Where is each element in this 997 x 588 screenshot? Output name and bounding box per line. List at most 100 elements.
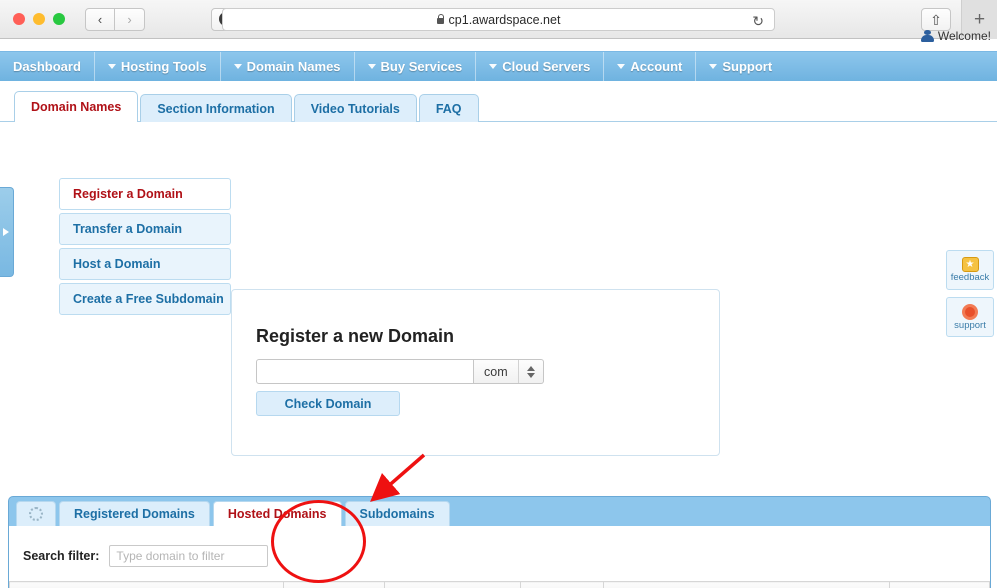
nav-label: Support: [722, 59, 772, 74]
chevron-up-icon: [527, 366, 535, 371]
star-icon: ★: [962, 257, 979, 272]
account-strip: Welcome!: [0, 39, 997, 51]
tab-label: Video Tutorials: [311, 102, 400, 116]
chevron-down-icon: [108, 64, 116, 69]
tab-video-tutorials[interactable]: Video Tutorials: [294, 94, 417, 122]
domains-table: Domain Status Expiration: [9, 581, 990, 588]
tld-selected-value: com: [474, 360, 519, 383]
tab-label: Hosted Domains: [228, 507, 327, 521]
lock-icon: [437, 18, 444, 24]
tld-select[interactable]: com: [474, 359, 544, 384]
chevron-down-icon: [527, 373, 535, 378]
minimize-window-button[interactable]: [33, 13, 45, 25]
chevron-right-icon: ›: [127, 12, 131, 27]
domain-search-row: com: [256, 359, 719, 384]
chevron-left-icon: ‹: [98, 12, 102, 27]
tld-stepper[interactable]: [519, 360, 543, 383]
sidebar-item-transfer-a-domain[interactable]: Transfer a Domain: [59, 213, 231, 245]
navigation-buttons: ‹ ›: [85, 8, 145, 31]
nav-label: Cloud Servers: [502, 59, 590, 74]
nav-label: Buy Services: [381, 59, 463, 74]
address-bar[interactable]: cp1.awardspace.net ↻: [222, 8, 775, 31]
column-header-status[interactable]: Status: [284, 582, 385, 588]
user-icon: [921, 30, 934, 42]
life-ring-icon: [962, 304, 978, 320]
url-text: cp1.awardspace.net: [449, 13, 561, 27]
window-controls: [0, 13, 65, 25]
nav-label: Dashboard: [13, 59, 81, 74]
sidebar-item-label: Register a Domain: [73, 187, 183, 201]
share-button[interactable]: ⇧: [921, 8, 951, 31]
domain-name-input[interactable]: [256, 359, 474, 384]
tab-subdomains[interactable]: Subdomains: [345, 501, 450, 526]
nav-item-domain-names[interactable]: Domain Names: [221, 52, 355, 81]
plus-icon: +: [974, 9, 985, 31]
feedback-widget[interactable]: ★ feedback: [946, 250, 994, 290]
sidebar-item-register-a-domain[interactable]: Register a Domain: [59, 178, 231, 210]
chevron-down-icon: [234, 64, 242, 69]
domains-section: Registered Domains Hosted Domains Subdom…: [8, 496, 991, 588]
chevron-down-icon: [709, 64, 717, 69]
tab-label: Registered Domains: [74, 507, 195, 521]
nav-label: Account: [630, 59, 682, 74]
loading-indicator-tab: [16, 501, 56, 526]
domains-tabstrip: Registered Domains Hosted Domains Subdom…: [9, 497, 990, 526]
support-widget[interactable]: support: [946, 297, 994, 337]
tab-registered-domains[interactable]: Registered Domains: [59, 501, 210, 526]
welcome-block: Welcome!: [921, 29, 991, 43]
tab-label: Domain Names: [31, 100, 121, 114]
tab-faq[interactable]: FAQ: [419, 94, 479, 122]
tab-section-information[interactable]: Section Information: [140, 94, 291, 122]
check-domain-label: Check Domain: [285, 397, 372, 411]
tab-domain-names[interactable]: Domain Names: [14, 91, 138, 122]
chevron-down-icon: [617, 64, 625, 69]
back-button[interactable]: ‹: [85, 8, 115, 31]
panel-title: Register a new Domain: [256, 326, 719, 347]
sidebar-item-create-a-free-subdomain[interactable]: Create a Free Subdomain: [59, 283, 231, 315]
check-domain-button[interactable]: Check Domain: [256, 391, 400, 416]
nav-item-dashboard[interactable]: Dashboard: [0, 52, 95, 81]
main-navigation: Dashboard Hosting Tools Domain Names Buy…: [0, 51, 997, 81]
section-tabstrip: Domain Names Section Information Video T…: [0, 91, 997, 122]
nav-item-buy-services[interactable]: Buy Services: [355, 52, 477, 81]
tab-label: Section Information: [157, 102, 274, 116]
search-filter-row: Search filter:: [9, 527, 990, 567]
maximize-window-button[interactable]: [53, 13, 65, 25]
share-icon: ⇧: [930, 13, 942, 27]
table-header-row: Domain Status Expiration: [10, 582, 990, 588]
sidebar-item-label: Transfer a Domain: [73, 222, 182, 236]
nav-item-support[interactable]: Support: [696, 52, 785, 81]
nav-item-account[interactable]: Account: [604, 52, 696, 81]
nav-item-hosting-tools[interactable]: Hosting Tools: [95, 52, 221, 81]
column-header-domain[interactable]: Domain: [10, 582, 284, 588]
browser-toolbar: ‹ › cp1.awardspace.net ↻ ⇧ +: [0, 0, 997, 39]
chevron-down-icon: [489, 64, 497, 69]
nav-label: Hosting Tools: [121, 59, 207, 74]
domains-table-head: Domain Status Expiration: [10, 582, 990, 588]
column-header-security[interactable]: Security: [521, 582, 604, 588]
column-header-registration-hosting[interactable]: Registration & Hosting: [603, 582, 889, 588]
forward-button[interactable]: ›: [115, 8, 145, 31]
column-header-settings[interactable]: Settings: [889, 582, 989, 588]
nav-item-cloud-servers[interactable]: Cloud Servers: [476, 52, 604, 81]
sidebar-item-label: Create a Free Subdomain: [73, 292, 224, 306]
domains-panel: Search filter: Domain Status: [9, 526, 990, 588]
tab-hosted-domains[interactable]: Hosted Domains: [213, 501, 342, 526]
tab-label: Subdomains: [360, 507, 435, 521]
domain-side-menu: Register a Domain Transfer a Domain Host…: [59, 178, 231, 318]
sidebar-item-host-a-domain[interactable]: Host a Domain: [59, 248, 231, 280]
reload-icon[interactable]: ↻: [752, 13, 764, 30]
chevron-down-icon: [368, 64, 376, 69]
column-header-expiration[interactable]: Expiration: [384, 582, 520, 588]
welcome-text: Welcome!: [938, 29, 991, 43]
section-content: Register a Domain Transfer a Domain Host…: [0, 122, 997, 402]
page-body: Domain Names Section Information Video T…: [0, 91, 997, 402]
search-filter-label: Search filter:: [23, 549, 99, 563]
register-domain-panel: Register a new Domain com Check Domain: [231, 289, 720, 456]
tab-label: FAQ: [436, 102, 462, 116]
feedback-label: feedback: [951, 272, 990, 283]
search-filter-input[interactable]: [109, 545, 268, 567]
close-window-button[interactable]: [13, 13, 25, 25]
sidebar-item-label: Host a Domain: [73, 257, 161, 271]
support-label: support: [954, 320, 986, 331]
